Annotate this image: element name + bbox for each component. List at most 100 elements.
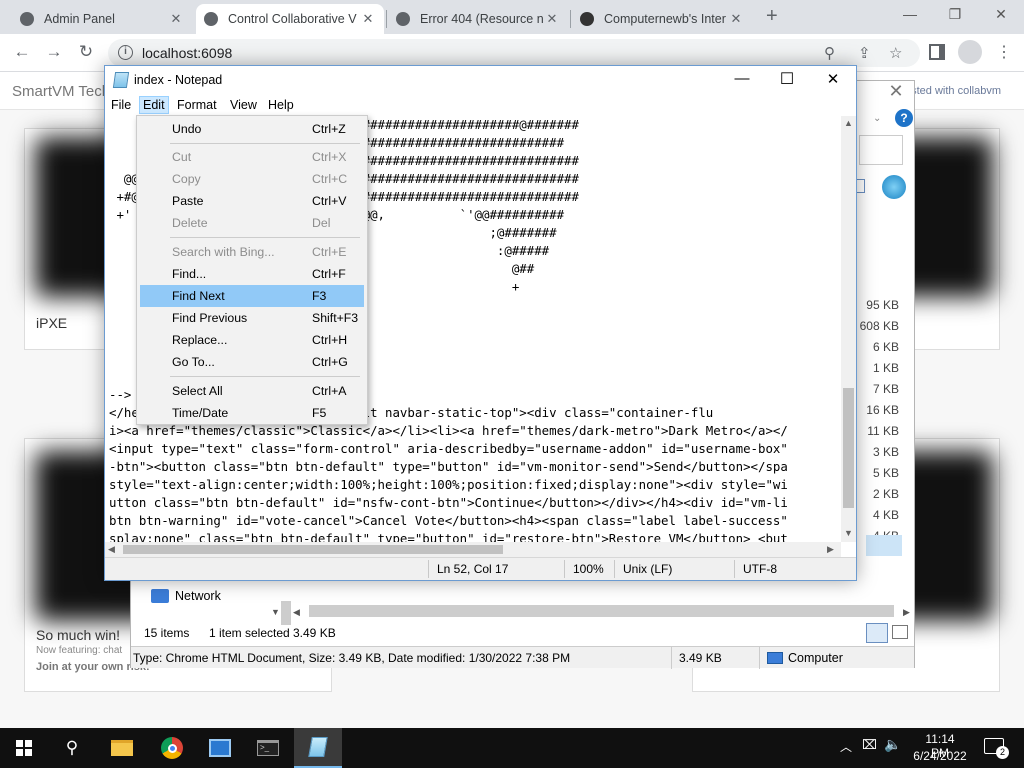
menu-item-time-date[interactable]: Time/Date F5 xyxy=(140,402,364,424)
menu-item-undo[interactable]: Undo Ctrl+Z xyxy=(140,118,364,140)
menu-item-label: Copy xyxy=(172,172,201,186)
text-line: -btn"><button class="btn btn-default" ty… xyxy=(109,459,788,474)
menu-edit[interactable]: Edit xyxy=(139,96,169,114)
vm-card-label: iPXE xyxy=(36,315,68,331)
network-tray-icon[interactable]: ⌧ xyxy=(862,737,877,753)
url-bar[interactable]: i localhost:6098 ⚲ ⇪ ☆ xyxy=(108,39,920,67)
status-file-type: Type: Chrome HTML Document, Size: 3.49 K… xyxy=(133,651,571,665)
clock-date[interactable]: 6/24/2022 xyxy=(911,749,969,763)
back-arrow-icon[interactable]: ← xyxy=(10,42,34,62)
explorer-close-icon[interactable]: ✕ xyxy=(877,81,915,109)
windows-taskbar: ⚲ >_ ︿ ⌧ 🔈 11:14 PM 6/24/2022 2 xyxy=(0,728,1024,768)
search-icon[interactable]: ⚲ xyxy=(48,728,96,768)
menu-item-shortcut: Ctrl+X xyxy=(312,150,347,164)
close-icon[interactable]: ✕ xyxy=(818,70,848,88)
menu-item-shortcut: Ctrl+F xyxy=(312,267,346,281)
status-location: Computer xyxy=(788,651,843,665)
notepad-title: index - Notepad xyxy=(134,73,223,87)
selected-count: 1 item selected xyxy=(209,626,290,640)
nav-scrollbar[interactable] xyxy=(281,601,291,625)
notepad-title-bar[interactable]: index - Notepad — ☐ ✕ xyxy=(105,66,856,94)
close-tab-icon[interactable]: ✕ xyxy=(728,11,744,27)
menu-item-paste[interactable]: Paste Ctrl+V xyxy=(140,190,364,212)
minimize-icon[interactable]: — xyxy=(895,6,925,22)
large-icons-view-icon[interactable] xyxy=(892,625,908,639)
terminal-icon[interactable]: >_ xyxy=(244,728,292,768)
menu-item-replace[interactable]: Replace... Ctrl+H xyxy=(140,329,364,351)
text-line: utton class="btn btn-default" id="nsfw-c… xyxy=(109,495,788,510)
horizontal-scrollbar[interactable]: ◀ ▶ xyxy=(105,542,841,557)
menu-help[interactable]: Help xyxy=(268,98,294,112)
nav-network[interactable]: Network xyxy=(175,589,221,603)
side-panel-icon[interactable] xyxy=(929,44,945,60)
kebab-menu-icon[interactable]: ⋮ xyxy=(996,42,1012,62)
menu-item-go-to[interactable]: Go To... Ctrl+G xyxy=(140,351,364,373)
close-tab-icon[interactable]: ✕ xyxy=(544,11,560,27)
notepad-taskbar-icon[interactable] xyxy=(294,728,342,768)
menu-item-label: Time/Date xyxy=(172,406,229,420)
bookmark-star-icon[interactable]: ☆ xyxy=(889,44,902,62)
menu-item-label: Paste xyxy=(172,194,204,208)
forward-arrow-icon[interactable]: → xyxy=(42,42,66,62)
menu-item-select-all[interactable]: Select All Ctrl+A xyxy=(140,380,364,402)
site-info-icon[interactable]: i xyxy=(118,45,133,60)
vertical-scroll-thumb[interactable] xyxy=(843,388,854,508)
close-tab-icon[interactable]: ✕ xyxy=(168,11,184,27)
tab-title: Control Collaborative V xyxy=(228,12,357,26)
scroll-left-arrow[interactable]: ◀ xyxy=(293,607,300,618)
zoom-icon[interactable]: ⚲ xyxy=(824,44,835,62)
app-window-icon[interactable] xyxy=(196,728,244,768)
restore-icon[interactable]: ❐ xyxy=(940,6,970,23)
tab-control-collaborative[interactable]: Control Collaborative V ✕ xyxy=(196,4,384,34)
menu-item-label: Search with Bing... xyxy=(172,245,275,259)
site-brand[interactable]: SmartVM Tech xyxy=(12,83,110,100)
maximize-icon[interactable]: ☐ xyxy=(772,69,802,89)
chevron-down-icon[interactable]: ⌄ xyxy=(873,113,881,124)
collabvm-icon[interactable] xyxy=(882,175,906,199)
menu-item-label: Go To... xyxy=(172,355,215,369)
menu-item-find-previous[interactable]: Find Previous Shift+F3 xyxy=(140,307,364,329)
cursor-position: Ln 52, Col 17 xyxy=(437,562,509,576)
scroll-down-arrow[interactable]: ▼ xyxy=(271,607,280,617)
edit-menu-dropdown: Undo Ctrl+Z Cut Ctrl+X Copy Ctrl+C Paste Ctrl+V… xyxy=(136,115,368,425)
search-box[interactable] xyxy=(859,135,903,165)
menu-file[interactable]: File xyxy=(111,98,131,112)
close-tab-icon[interactable]: ✕ xyxy=(360,11,376,27)
reload-icon[interactable]: ↻ xyxy=(74,42,98,62)
vm-card-subtitle: Now featuring: chat xyxy=(36,645,123,656)
file-explorer-icon[interactable] xyxy=(98,728,146,768)
vertical-scrollbar[interactable]: ▲ ▼ xyxy=(841,116,856,542)
volume-icon[interactable]: 🔈 xyxy=(884,736,901,753)
horizontal-scrollbar[interactable] xyxy=(309,605,894,617)
horizontal-scroll-thumb[interactable] xyxy=(123,545,503,554)
close-window-icon[interactable]: ✕ xyxy=(986,6,1016,23)
menu-item-label: Cut xyxy=(172,150,192,164)
menu-item-label: Find Previous xyxy=(172,311,248,325)
show-hidden-icons-chevron[interactable]: ︿ xyxy=(840,738,852,755)
header-hosted-text: osted with collabvm xyxy=(905,85,1001,97)
tab-error-404[interactable]: Error 404 (Resource no ✕ xyxy=(388,4,568,34)
tab-title: Computernewb's Inter xyxy=(604,12,726,26)
minimize-icon[interactable]: — xyxy=(727,70,757,87)
menu-format[interactable]: Format xyxy=(177,98,217,112)
new-tab-button[interactable]: + xyxy=(766,5,778,28)
menu-view[interactable]: View xyxy=(230,98,257,112)
start-windows-icon[interactable] xyxy=(0,728,48,768)
menu-item-label: Delete xyxy=(172,216,208,230)
share-icon[interactable]: ⇪ xyxy=(858,44,871,62)
menu-item-shortcut: Ctrl+Z xyxy=(312,122,346,136)
profile-avatar-icon[interactable] xyxy=(958,40,982,64)
help-icon[interactable]: ? xyxy=(895,109,913,127)
url-text[interactable]: localhost:6098 xyxy=(142,45,232,61)
globe-icon xyxy=(396,12,410,26)
menu-item-find-next[interactable]: Find Next F3 xyxy=(140,285,364,307)
tab-admin-panel[interactable]: Admin Panel ✕ xyxy=(12,4,192,34)
menu-item-shortcut: F3 xyxy=(312,289,327,303)
scroll-right-arrow[interactable]: ▶ xyxy=(903,607,910,618)
details-view-icon[interactable] xyxy=(866,623,888,643)
notepad-menu-bar: File Edit Format View Help xyxy=(105,94,856,116)
chrome-icon[interactable] xyxy=(148,728,196,768)
tab-computernewb[interactable]: Computernewb's Inter ✕ xyxy=(572,4,752,34)
zoom-level: 100% xyxy=(573,562,604,576)
menu-item-find[interactable]: Find... Ctrl+F xyxy=(140,263,364,285)
